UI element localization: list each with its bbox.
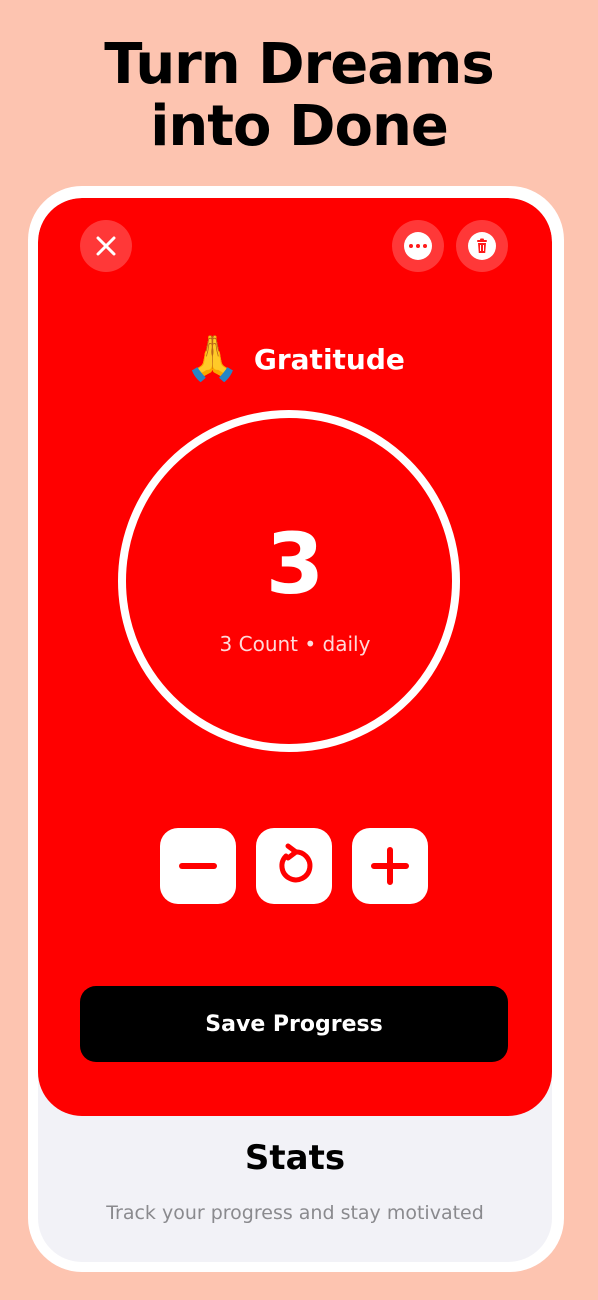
count-value: 3 <box>265 515 325 613</box>
close-button[interactable] <box>80 220 132 272</box>
phone-screen: 🙏 Gratitude 3 3 Count • daily Save Progr… <box>38 198 552 1262</box>
decrement-button[interactable] <box>160 828 236 904</box>
reset-icon <box>279 843 313 883</box>
headline: Turn Dreams into Done <box>0 34 598 158</box>
habit-title: 🙏 Gratitude <box>38 334 552 384</box>
count-subtitle: 3 Count • daily <box>219 632 371 656</box>
headline-line-2: into Done <box>150 94 449 159</box>
stats-title: Stats <box>244 1138 346 1178</box>
more-options-button[interactable] <box>392 220 444 272</box>
delete-button[interactable] <box>456 220 508 272</box>
increment-button[interactable] <box>352 828 428 904</box>
close-icon <box>96 236 116 256</box>
praying-hands-icon: 🙏 <box>185 334 240 383</box>
reset-button[interactable] <box>256 828 332 904</box>
trash-icon <box>468 232 496 260</box>
minus-icon <box>179 863 217 869</box>
habit-name: Gratitude <box>253 342 405 376</box>
headline-line-1: Turn Dreams <box>104 32 494 97</box>
ellipsis-icon <box>404 232 432 260</box>
habit-card: 🙏 Gratitude 3 3 Count • daily Save Progr… <box>38 198 552 1116</box>
save-progress-button[interactable]: Save Progress <box>80 986 508 1062</box>
stats-subtitle: Track your progress and stay motivated <box>106 1202 484 1224</box>
plus-icon <box>371 847 409 885</box>
